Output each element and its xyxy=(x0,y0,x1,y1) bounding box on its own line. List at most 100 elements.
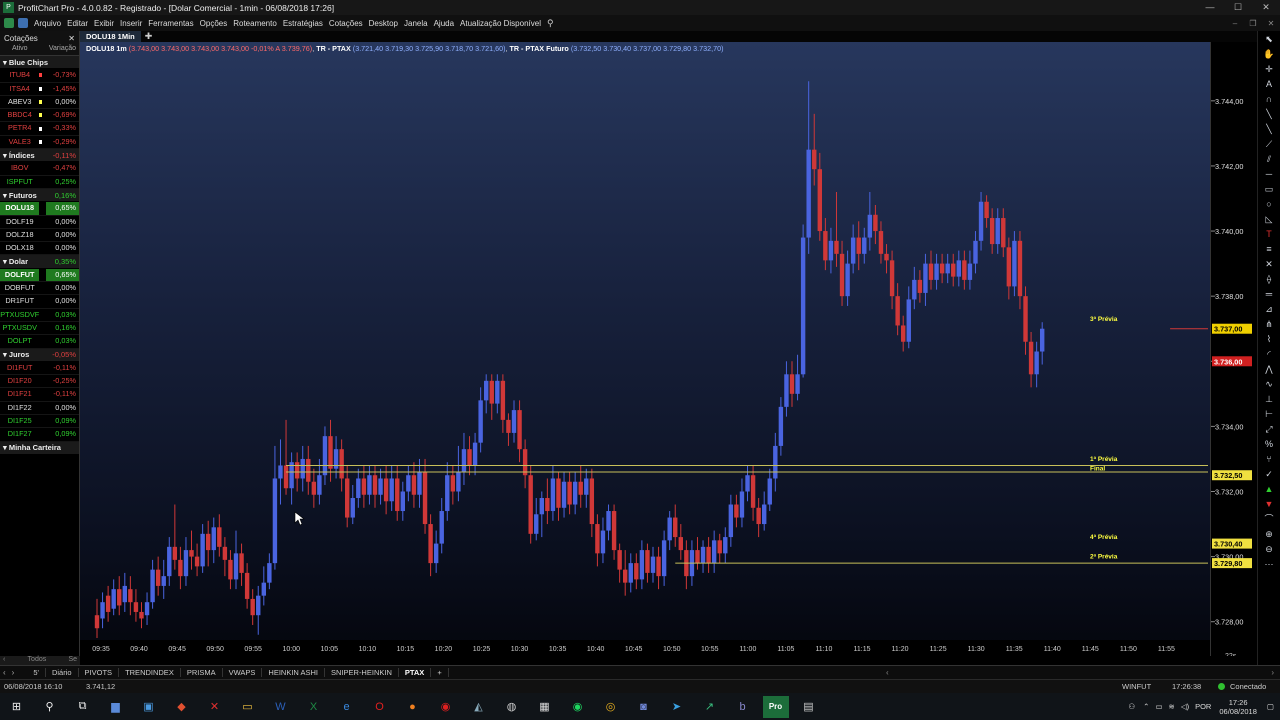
candle-body[interactable] xyxy=(317,475,322,495)
zoom-out-icon[interactable]: ⊖ xyxy=(1260,542,1278,556)
candle-body[interactable] xyxy=(728,504,734,538)
tray-language[interactable]: POR xyxy=(1195,702,1211,711)
candle-body[interactable] xyxy=(711,540,717,564)
candle-body[interactable] xyxy=(528,475,533,534)
candle-body[interactable] xyxy=(383,478,389,502)
taskbar-search-icon[interactable]: ⚲ xyxy=(37,696,63,718)
percent-icon[interactable]: % xyxy=(1260,437,1278,451)
arrow-down-icon[interactable]: ▼ xyxy=(1260,497,1278,511)
candle-body[interactable] xyxy=(923,263,928,293)
candle-body[interactable] xyxy=(878,231,884,254)
candle-body[interactable] xyxy=(739,491,745,518)
telegram-icon[interactable]: ➤ xyxy=(664,696,690,718)
circle-icon[interactable]: ○ xyxy=(1260,197,1278,211)
candle-body[interactable] xyxy=(667,517,672,541)
candle-body[interactable] xyxy=(567,481,572,505)
candle-body[interactable] xyxy=(356,478,361,499)
candle-body[interactable] xyxy=(901,325,906,342)
candle-body[interactable] xyxy=(850,237,856,264)
watchlist-row[interactable]: DOBFUT 0,00% xyxy=(0,282,79,296)
layout-tab-2[interactable]: PIVOTS xyxy=(79,668,120,677)
hscroll-right-icon[interactable]: › xyxy=(1271,668,1274,677)
start-windows-icon[interactable]: ⊞ xyxy=(4,696,30,718)
candle-body[interactable] xyxy=(956,260,961,277)
candle-body[interactable] xyxy=(261,582,266,596)
candle-body[interactable] xyxy=(472,442,478,466)
candle-body[interactable] xyxy=(917,279,923,293)
layout-tab-9[interactable]: + xyxy=(431,668,449,677)
candle-body[interactable] xyxy=(217,527,222,547)
candle-body[interactable] xyxy=(650,556,656,573)
crosshair-icon[interactable]: ✛ xyxy=(1260,62,1278,76)
candle-body[interactable] xyxy=(973,240,978,264)
candle-body[interactable] xyxy=(200,533,205,567)
candle-body[interactable] xyxy=(183,550,189,577)
candle-body[interactable] xyxy=(411,475,417,495)
candle-body[interactable] xyxy=(250,598,255,616)
chart-area[interactable]: DOLU18 1m (3.743,00 3.743,00 3.743,00 3.… xyxy=(80,42,1215,656)
candle-body[interactable] xyxy=(589,478,595,525)
candle-body[interactable] xyxy=(678,537,683,551)
annotation-label[interactable]: 3ª Prévia xyxy=(1090,316,1118,323)
candle-body[interactable] xyxy=(450,475,456,492)
watchlist-row[interactable]: DOLFUT 0,65% xyxy=(0,268,79,283)
watchlist-row[interactable]: ITSA4 -1,45% xyxy=(0,82,79,96)
layout-tab-0[interactable]: 5' xyxy=(27,668,46,677)
candle-body[interactable] xyxy=(867,214,873,238)
candle-body[interactable] xyxy=(122,585,127,603)
candle-body[interactable] xyxy=(256,595,261,616)
candle-body[interactable] xyxy=(94,615,100,629)
candle-body[interactable] xyxy=(495,380,500,404)
tab-scroll-left-icon[interactable]: ‹ xyxy=(0,668,9,677)
candle-body[interactable] xyxy=(906,299,911,342)
candle-body[interactable] xyxy=(584,478,589,495)
opera-icon[interactable]: O xyxy=(367,696,393,718)
channel-icon[interactable]: ═ xyxy=(1260,287,1278,301)
filter-todos[interactable]: Todos xyxy=(28,656,47,665)
candle-body[interactable] xyxy=(506,419,511,433)
watchlist-row[interactable]: DR1FUT 0,00% xyxy=(0,295,79,309)
candle-body[interactable] xyxy=(750,475,756,508)
watchlist-row[interactable]: ISPFUT 0,25% xyxy=(0,175,79,189)
candle-body[interactable] xyxy=(133,602,139,612)
candle-body[interactable] xyxy=(517,410,522,450)
candle-body[interactable] xyxy=(100,602,105,619)
candle-body[interactable] xyxy=(267,563,272,583)
candle-body[interactable] xyxy=(283,465,289,489)
candle-body[interactable] xyxy=(178,559,183,577)
candle-body[interactable] xyxy=(467,449,472,466)
candle-body[interactable] xyxy=(161,576,166,586)
annotation-label[interactable]: Final xyxy=(1090,466,1105,473)
check-icon[interactable]: ✓ xyxy=(1260,467,1278,481)
watchlist-group[interactable]: ▾ Dolar 0,35% xyxy=(0,255,79,269)
candle-body[interactable] xyxy=(345,478,350,518)
taskbar-window-icon[interactable]: ▤ xyxy=(796,696,822,718)
candle-body[interactable] xyxy=(600,530,606,554)
ruler-icon[interactable]: ⊥ xyxy=(1260,392,1278,406)
candle-body[interactable] xyxy=(572,481,578,505)
candle-body[interactable] xyxy=(400,491,405,512)
column-ativo[interactable]: Ativo xyxy=(12,45,28,55)
cursor-icon[interactable]: ⬉ xyxy=(1260,32,1278,46)
arc-icon[interactable]: ◜ xyxy=(1260,347,1278,361)
hand-icon[interactable]: ✋ xyxy=(1260,47,1278,61)
candle-body[interactable] xyxy=(428,524,433,564)
rect-icon[interactable]: ▭ xyxy=(1260,182,1278,196)
measure-icon[interactable]: ⊢ xyxy=(1260,407,1278,421)
candle-body[interactable] xyxy=(756,507,761,525)
text-a-icon[interactable]: A xyxy=(1260,77,1278,91)
gann-icon[interactable]: ⊿ xyxy=(1260,302,1278,316)
minimize-button[interactable]: — xyxy=(1196,0,1224,15)
watchlist-row[interactable]: DI1F22 0,00% xyxy=(0,401,79,416)
close-button[interactable]: ✕ xyxy=(1252,0,1280,15)
trend-icon[interactable]: ⟋ xyxy=(1260,137,1278,151)
candle-body[interactable] xyxy=(350,498,355,518)
parallel-icon[interactable]: ⫽ xyxy=(1260,152,1278,166)
menu-item-12[interactable]: Atualização Disponível xyxy=(457,19,544,28)
candle-body[interactable] xyxy=(1023,296,1028,342)
add-chart-tab-icon[interactable]: ✚ xyxy=(145,31,153,42)
candle-body[interactable] xyxy=(856,237,861,254)
watchlist-row[interactable]: DI1FUT -0,11% xyxy=(0,361,79,376)
candle-body[interactable] xyxy=(862,237,867,254)
candle-body[interactable] xyxy=(372,475,378,495)
